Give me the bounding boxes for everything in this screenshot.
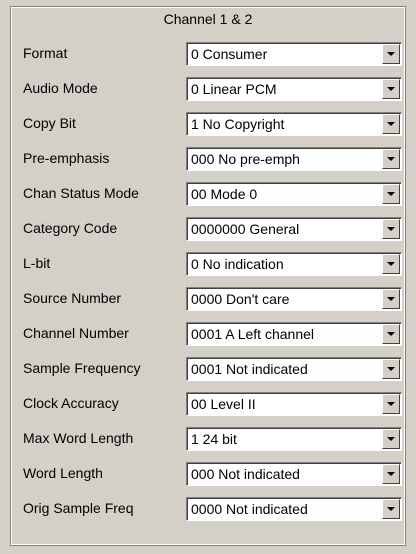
channel-number-select[interactable]: 0001 A Left channel bbox=[186, 322, 402, 346]
audio-mode-value: 0 Linear PCM bbox=[191, 81, 277, 97]
chevron-down-icon bbox=[387, 262, 395, 266]
source-number-select[interactable]: 0000 Don't care bbox=[186, 287, 402, 311]
chevron-down-icon bbox=[387, 122, 395, 126]
max-word-length-label: Max Word Length bbox=[23, 430, 134, 446]
copy-bit-select[interactable]: 1 No Copyright bbox=[186, 112, 402, 136]
l-bit-value: 0 No indication bbox=[191, 256, 284, 272]
max-word-length-dropdown-button[interactable] bbox=[382, 429, 400, 449]
source-number-label: Source Number bbox=[23, 290, 122, 306]
channel-number-dropdown-button[interactable] bbox=[382, 324, 400, 344]
orig-sample-freq-select[interactable]: 0000 Not indicated bbox=[186, 497, 402, 521]
chevron-down-icon bbox=[387, 52, 395, 56]
l-bit-dropdown-button[interactable] bbox=[382, 254, 400, 274]
chevron-down-icon bbox=[387, 192, 395, 196]
pre-emphasis-value: 000 No pre-emph bbox=[191, 151, 300, 167]
word-length-label: Word Length bbox=[23, 465, 103, 481]
clock-accuracy-value: 00 Level II bbox=[191, 396, 256, 412]
row-category-code: Category Code 0000000 General bbox=[11, 217, 405, 241]
chevron-down-icon bbox=[387, 437, 395, 441]
chevron-down-icon bbox=[387, 402, 395, 406]
max-word-length-select[interactable]: 1 24 bit bbox=[186, 427, 402, 451]
l-bit-label: L-bit bbox=[23, 255, 51, 271]
audio-mode-dropdown-button[interactable] bbox=[382, 79, 400, 99]
category-code-label: Category Code bbox=[23, 220, 118, 236]
audio-mode-label: Audio Mode bbox=[23, 80, 98, 96]
format-label: Format bbox=[23, 45, 68, 61]
pre-emphasis-select[interactable]: 000 No pre-emph bbox=[186, 147, 402, 171]
chevron-down-icon bbox=[387, 367, 395, 371]
source-number-value: 0000 Don't care bbox=[191, 291, 290, 307]
pre-emphasis-label: Pre-emphasis bbox=[23, 150, 110, 166]
orig-sample-freq-dropdown-button[interactable] bbox=[382, 499, 400, 519]
category-code-value: 0000000 General bbox=[191, 221, 300, 237]
category-code-select[interactable]: 0000000 General bbox=[186, 217, 402, 241]
panel-title: Channel 1 & 2 bbox=[163, 11, 253, 27]
chan-status-mode-value: 00 Mode 0 bbox=[191, 186, 258, 202]
word-length-value: 000 Not indicated bbox=[191, 466, 300, 482]
format-dropdown-button[interactable] bbox=[382, 44, 400, 64]
sample-frequency-select[interactable]: 0001 Not indicated bbox=[186, 357, 402, 381]
row-pre-emphasis: Pre-emphasis 000 No pre-emph bbox=[11, 147, 405, 171]
row-orig-sample-freq: Orig Sample Freq 0000 Not indicated bbox=[11, 497, 405, 521]
row-audio-mode: Audio Mode 0 Linear PCM bbox=[11, 77, 405, 101]
row-channel-number: Channel Number 0001 A Left channel bbox=[11, 322, 405, 346]
clock-accuracy-label: Clock Accuracy bbox=[23, 395, 119, 411]
chan-status-mode-label: Chan Status Mode bbox=[23, 185, 139, 201]
row-copy-bit: Copy Bit 1 No Copyright bbox=[11, 112, 405, 136]
row-source-number: Source Number 0000 Don't care bbox=[11, 287, 405, 311]
channel-status-panel: Channel 1 & 2 Format 0 Consumer Audio Mo… bbox=[10, 6, 406, 546]
max-word-length-value: 1 24 bit bbox=[191, 431, 237, 447]
sample-frequency-dropdown-button[interactable] bbox=[382, 359, 400, 379]
pre-emphasis-dropdown-button[interactable] bbox=[382, 149, 400, 169]
channel-number-value: 0001 A Left channel bbox=[191, 326, 314, 342]
orig-sample-freq-value: 0000 Not indicated bbox=[191, 501, 308, 517]
source-number-dropdown-button[interactable] bbox=[382, 289, 400, 309]
channel-number-label: Channel Number bbox=[23, 325, 129, 341]
chan-status-mode-select[interactable]: 00 Mode 0 bbox=[186, 182, 402, 206]
chevron-down-icon bbox=[387, 227, 395, 231]
orig-sample-freq-label: Orig Sample Freq bbox=[23, 500, 134, 516]
chevron-down-icon bbox=[387, 87, 395, 91]
sample-frequency-label: Sample Frequency bbox=[23, 360, 141, 376]
word-length-dropdown-button[interactable] bbox=[382, 464, 400, 484]
row-sample-frequency: Sample Frequency 0001 Not indicated bbox=[11, 357, 405, 381]
sample-frequency-value: 0001 Not indicated bbox=[191, 361, 308, 377]
audio-mode-select[interactable]: 0 Linear PCM bbox=[186, 77, 402, 101]
row-word-length: Word Length 000 Not indicated bbox=[11, 462, 405, 486]
clock-accuracy-select[interactable]: 00 Level II bbox=[186, 392, 402, 416]
row-clock-accuracy: Clock Accuracy 00 Level II bbox=[11, 392, 405, 416]
word-length-select[interactable]: 000 Not indicated bbox=[186, 462, 402, 486]
l-bit-select[interactable]: 0 No indication bbox=[186, 252, 402, 276]
row-chan-status-mode: Chan Status Mode 00 Mode 0 bbox=[11, 182, 405, 206]
chevron-down-icon bbox=[387, 507, 395, 511]
chevron-down-icon bbox=[387, 157, 395, 161]
format-select[interactable]: 0 Consumer bbox=[186, 42, 402, 66]
chevron-down-icon bbox=[387, 332, 395, 336]
chan-status-mode-dropdown-button[interactable] bbox=[382, 184, 400, 204]
row-max-word-length: Max Word Length 1 24 bit bbox=[11, 427, 405, 451]
row-format: Format 0 Consumer bbox=[11, 42, 405, 66]
clock-accuracy-dropdown-button[interactable] bbox=[382, 394, 400, 414]
chevron-down-icon bbox=[387, 297, 395, 301]
copy-bit-value: 1 No Copyright bbox=[191, 116, 285, 132]
copy-bit-label: Copy Bit bbox=[23, 115, 76, 131]
row-l-bit: L-bit 0 No indication bbox=[11, 252, 405, 276]
copy-bit-dropdown-button[interactable] bbox=[382, 114, 400, 134]
category-code-dropdown-button[interactable] bbox=[382, 219, 400, 239]
format-value: 0 Consumer bbox=[191, 46, 268, 62]
chevron-down-icon bbox=[387, 472, 395, 476]
